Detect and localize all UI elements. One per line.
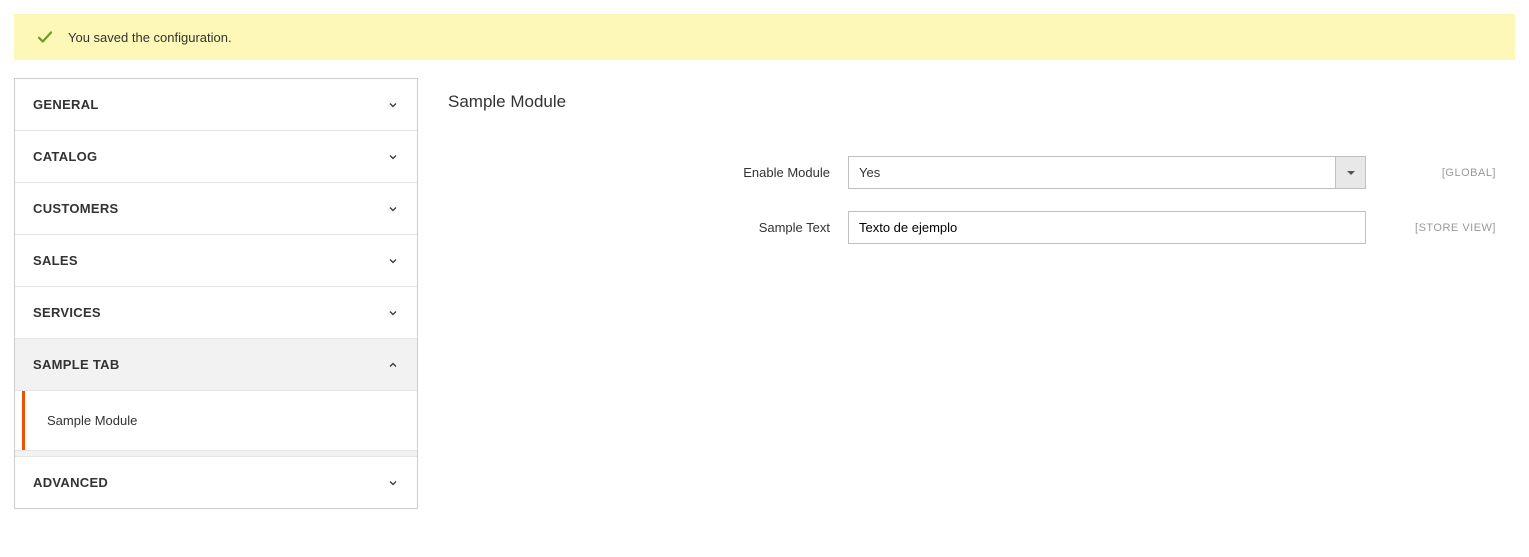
scope-label: [STORE VIEW]	[1366, 222, 1496, 234]
sidebar-item-customers[interactable]: CUSTOMERS	[15, 183, 417, 235]
sample-text-input[interactable]	[848, 211, 1366, 244]
select-value: Yes	[849, 157, 1335, 188]
sidebar-item-general[interactable]: GENERAL	[15, 79, 417, 131]
sidebar-subsection: Sample Module	[15, 391, 417, 451]
sidebar-subitem-label: Sample Module	[47, 413, 137, 428]
sidebar-item-catalog[interactable]: CATALOG	[15, 131, 417, 183]
notification-text: You saved the configuration.	[68, 30, 232, 45]
chevron-up-icon	[387, 359, 399, 371]
enable-module-select[interactable]: Yes	[848, 156, 1366, 189]
sidebar-item-sales[interactable]: SALES	[15, 235, 417, 287]
sidebar-item-services[interactable]: SERVICES	[15, 287, 417, 339]
check-icon	[36, 28, 54, 46]
chevron-down-icon	[387, 307, 399, 319]
chevron-down-icon	[387, 151, 399, 163]
chevron-down-icon	[387, 203, 399, 215]
sidebar-item-label: CUSTOMERS	[33, 201, 119, 216]
sidebar-subitem-sample-module[interactable]: Sample Module	[22, 391, 417, 450]
field-sample-text: Sample Text [STORE VIEW]	[448, 211, 1515, 244]
success-notification: You saved the configuration.	[14, 14, 1515, 60]
sidebar-item-label: SERVICES	[33, 305, 101, 320]
chevron-down-icon	[387, 477, 399, 489]
sidebar-item-label: SAMPLE TAB	[33, 357, 120, 372]
scope-label: [GLOBAL]	[1366, 167, 1496, 179]
config-sidebar: GENERAL CATALOG CUSTOMERS SALES SERVICES…	[14, 78, 418, 509]
sidebar-item-sample-tab[interactable]: SAMPLE TAB	[15, 339, 417, 391]
field-enable-module: Enable Module Yes [GLOBAL]	[448, 156, 1515, 189]
section-title: Sample Module	[448, 92, 1515, 112]
field-label: Sample Text	[448, 220, 848, 235]
sidebar-item-label: SALES	[33, 253, 78, 268]
chevron-down-icon	[387, 255, 399, 267]
sidebar-item-label: CATALOG	[33, 149, 97, 164]
chevron-down-icon	[387, 99, 399, 111]
sidebar-item-label: ADVANCED	[33, 475, 108, 490]
config-form: Enable Module Yes [GLOBAL] Sample Text […	[448, 156, 1515, 244]
sidebar-item-label: GENERAL	[33, 97, 99, 112]
main-content: Sample Module Enable Module Yes [GLOBAL]…	[448, 78, 1515, 266]
field-label: Enable Module	[448, 165, 848, 180]
sidebar-item-advanced[interactable]: ADVANCED	[15, 457, 417, 508]
dropdown-arrow-icon	[1335, 157, 1365, 188]
